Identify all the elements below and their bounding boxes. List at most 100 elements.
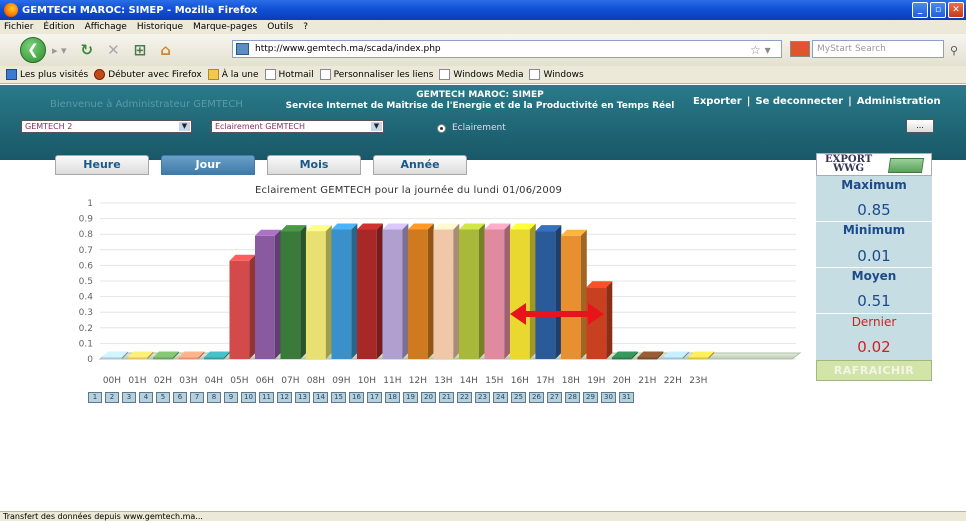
day-link[interactable]: 10 [241,392,256,403]
day-link[interactable]: 5 [156,392,170,403]
bar-11H [382,223,409,359]
status-bar: Transfert des données depuis www.gemtech… [0,511,966,521]
reload-icon[interactable]: ↻ [81,41,94,59]
search-engine-icon[interactable] [790,41,810,57]
day-link[interactable]: 24 [493,392,508,403]
logout-link[interactable]: Se deconnecter [755,96,843,107]
bar-14H [458,223,485,359]
day-link[interactable]: 15 [331,392,346,403]
day-link[interactable]: 29 [583,392,598,403]
export-wwg-button[interactable]: EXPORT WWG [816,153,932,176]
refresh-button[interactable]: RAFRAICHIR [816,360,932,381]
day-link[interactable]: 27 [547,392,562,403]
bookmark-most-visited[interactable]: Les plus visités [6,69,88,80]
day-link[interactable]: 3 [122,392,136,403]
tab-heure[interactable]: Heure [55,155,149,175]
day-link[interactable]: 7 [190,392,204,403]
x-tick-label: 03H [179,376,197,386]
navigation-toolbar: ❮ ▸ ▾ ↻ ✕ ⊞ ⌂ http://www.gemtech.ma/scad… [0,34,966,66]
bookmark-windows-media[interactable]: Windows Media [439,69,523,80]
close-button[interactable]: ✕ [948,2,964,18]
bookmark-hotmail[interactable]: Hotmail [264,69,314,80]
day-link[interactable]: 13 [295,392,310,403]
x-tick-label: 02H [154,376,172,386]
day-link[interactable]: 2 [105,392,119,403]
site-select[interactable]: GEMTECH 2 ▼ [21,120,192,133]
day-link[interactable]: 28 [565,392,580,403]
window-titlebar: GEMTECH MAROC: SIMEP - Mozilla Firefox _… [0,0,966,20]
welcome-text: Bienvenue à Administrateur GEMTECH [50,99,243,110]
menu-marque-pages[interactable]: Marque-pages [193,22,257,32]
more-button[interactable]: ... [906,119,934,133]
measure-select[interactable]: Eclairement GEMTECH ▼ [211,120,384,133]
menu-historique[interactable]: Historique [137,22,183,32]
y-tick-label: 0 [87,355,93,365]
stop-icon[interactable]: ✕ [107,41,120,59]
menu-fichier[interactable]: Fichier [4,22,33,32]
day-link[interactable]: 19 [403,392,418,403]
day-link[interactable]: 20 [421,392,436,403]
moyen-label: Moyen [851,269,897,283]
home-icon[interactable]: ⌂ [160,41,171,59]
day-link[interactable]: 23 [475,392,490,403]
chevron-down-icon: ▼ [179,122,190,131]
magnifier-icon[interactable]: ⚲ [950,44,958,57]
bookmarks-toolbar: Les plus visités Débuter avec Firefox À … [0,66,966,84]
day-link[interactable]: 14 [313,392,328,403]
forward-icon[interactable]: ▸ ▾ [52,44,67,57]
day-link[interactable]: 12 [277,392,292,403]
day-link[interactable]: 22 [457,392,472,403]
tab-mois[interactable]: Mois [267,155,361,175]
y-tick-label: 0.6 [79,261,94,271]
day-link[interactable]: 18 [385,392,400,403]
bookmark-label: Débuter avec Firefox [108,69,202,80]
menu-affichage[interactable]: Affichage [85,22,127,32]
day-link[interactable]: 6 [173,392,187,403]
menu-outils[interactable]: Outils [267,22,293,32]
bar-10H [356,223,383,359]
export-link[interactable]: Exporter [693,96,742,107]
bookmark-label: Les plus visités [20,69,89,80]
day-link[interactable]: 16 [349,392,364,403]
day-link[interactable]: 26 [529,392,544,403]
day-link[interactable]: 11 [259,392,274,403]
bookmark-star-icon[interactable]: ☆ ▾ [750,43,771,57]
day-link[interactable]: 9 [224,392,238,403]
day-link[interactable]: 31 [619,392,634,403]
y-tick-label: 1 [87,199,93,209]
search-input[interactable]: MyStart Search [812,40,944,58]
day-link[interactable]: 17 [367,392,382,403]
bookmark-windows[interactable]: Windows [529,69,584,80]
menu-help[interactable]: ? [303,22,308,32]
administration-link[interactable]: Administration [857,96,941,107]
bar-07H [280,225,307,359]
bookmark-getting-started[interactable]: Débuter avec Firefox [94,69,202,80]
url-bar[interactable]: http://www.gemtech.ma/scada/index.php [232,40,782,58]
bookmark-news[interactable]: À la une [207,69,259,80]
day-link[interactable]: 21 [439,392,454,403]
day-link[interactable]: 4 [139,392,153,403]
rss-folder-icon [207,69,219,80]
tab-annee[interactable]: Année [373,155,467,175]
maximum-label: Maximum [841,178,907,192]
bookmark-customize-links[interactable]: Personnaliser les liens [319,69,433,80]
x-tick-label: 15H [485,376,503,386]
day-link[interactable]: 1 [88,392,102,403]
x-tick-label: 08H [307,376,325,386]
divider [816,313,932,314]
site-favicon-icon [236,43,249,55]
add-page-icon[interactable]: ⊞ [134,41,147,59]
back-button[interactable]: ❮ [20,37,46,63]
menu-edition[interactable]: Édition [43,22,74,32]
day-link[interactable]: 30 [601,392,616,403]
x-tick-label: 17H [536,376,554,386]
bar-15H [484,223,511,359]
maximize-button[interactable]: ▫ [930,2,946,18]
day-link[interactable]: 8 [207,392,221,403]
day-link[interactable]: 25 [511,392,526,403]
page-icon [529,69,541,80]
minimize-button[interactable]: _ [912,2,928,18]
x-tick-label: 06H [256,376,274,386]
eclairement-radio[interactable] [437,124,446,133]
tab-jour[interactable]: Jour [161,155,255,175]
